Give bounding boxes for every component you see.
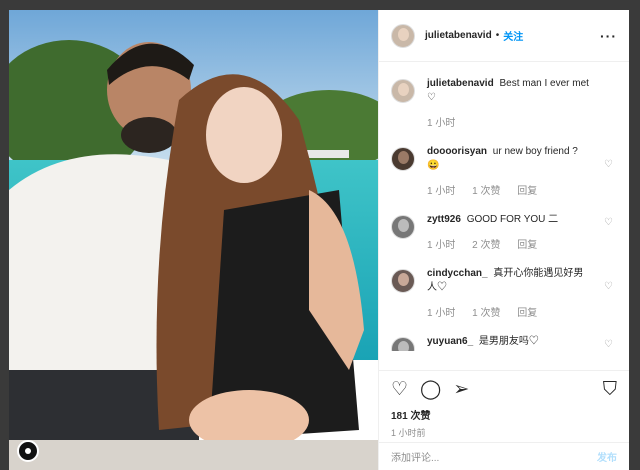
comment-item: yuyuan6_ 是男朋友吗♡ ♡ xyxy=(391,321,617,351)
caption-meta: 1 小时 xyxy=(427,117,593,131)
comment-username[interactable]: doooorisyan xyxy=(427,146,487,157)
comment-likes[interactable]: 1 次赞 xyxy=(472,186,500,197)
comment-meta: 1 小时 2 次赞 回复 xyxy=(427,239,593,253)
comment-text: GOOD FOR YOU ⼆ xyxy=(466,214,559,225)
comment-likes[interactable]: 1 次赞 xyxy=(472,308,500,319)
user-tag-icon[interactable] xyxy=(17,440,39,462)
post-actions: ♡ ◯ ➢ ⛉ 181 次赞 1 小时前 xyxy=(379,370,629,439)
action-icons: ♡ ◯ ➢ ⛉ xyxy=(391,379,617,401)
comment-item: zytt926 GOOD FOR YOU ⼆ 1 小时 2 次赞 回复 ♡ xyxy=(391,199,617,253)
comment-avatar[interactable] xyxy=(391,215,415,239)
comment-item: doooorisyan ur new boy friend ? 😀 1 小时 1… xyxy=(391,131,617,199)
comment-like-icon[interactable]: ♡ xyxy=(604,339,613,350)
caption-username[interactable]: julietabenavid xyxy=(427,78,494,89)
comment-username[interactable]: cindycchan_ xyxy=(427,268,488,279)
caption: julietabenavid Best man I ever met ♡ 1 小… xyxy=(391,63,617,131)
comment-meta: 1 小时 1 次赞 回复 xyxy=(427,307,593,321)
comment-text: ur new boy friend ? xyxy=(492,146,578,157)
comment-meta: 1 小时 1 次赞 回复 xyxy=(427,185,593,199)
backdrop: julietabenavid • 关注 ··· julietabenavid B… xyxy=(0,0,640,470)
reply-button[interactable]: 回复 xyxy=(517,308,537,319)
comment-avatar[interactable] xyxy=(391,337,415,351)
comment-time: 1 小时 xyxy=(427,240,456,251)
add-comment-input[interactable]: 添加评论... xyxy=(391,449,439,464)
bookmark-icon[interactable]: ⛉ xyxy=(603,380,617,400)
share-paper-plane-icon[interactable]: ➢ xyxy=(453,380,469,400)
caption-text: Best man I ever met xyxy=(499,78,589,89)
post-panel: julietabenavid • 关注 ··· julietabenavid B… xyxy=(378,10,629,470)
caption-time: 1 小时 xyxy=(427,118,456,129)
add-comment-bar: 添加评论... 发布 xyxy=(379,442,629,470)
post-modal: julietabenavid • 关注 ··· julietabenavid B… xyxy=(9,10,629,470)
separator-dot: • xyxy=(495,30,500,41)
emoji-icon: 😀 xyxy=(427,160,440,171)
comment-like-icon[interactable]: ♡ xyxy=(604,217,613,228)
comment-avatar[interactable] xyxy=(391,147,415,171)
comment-bubble-icon[interactable]: ◯ xyxy=(420,380,441,400)
reply-button[interactable]: 回复 xyxy=(517,240,537,251)
comment-item: cindycchan_ 真开心你能遇见好男人♡ 1 小时 1 次赞 回复 ♡ xyxy=(391,253,617,321)
like-count[interactable]: 181 次赞 xyxy=(391,407,617,422)
comment-text: 是男朋友吗♡ xyxy=(478,336,539,347)
comment-like-icon[interactable]: ♡ xyxy=(604,281,613,292)
photo-image xyxy=(9,10,378,470)
comment-time: 1 小时 xyxy=(427,308,456,319)
post-header: julietabenavid • 关注 ··· xyxy=(379,10,629,62)
more-options-icon[interactable]: ··· xyxy=(600,28,617,44)
reply-button[interactable]: 回复 xyxy=(517,186,537,197)
caption-avatar[interactable] xyxy=(391,79,415,103)
author-avatar[interactable] xyxy=(391,23,415,48)
comment-time: 1 小时 xyxy=(427,186,456,197)
comments-list[interactable]: julietabenavid Best man I ever met ♡ 1 小… xyxy=(379,63,629,351)
post-time[interactable]: 1 小时前 xyxy=(391,426,617,439)
post-photo[interactable] xyxy=(9,10,378,470)
comment-likes[interactable]: 2 次赞 xyxy=(472,240,500,251)
follow-button[interactable]: 关注 xyxy=(503,28,523,43)
like-heart-icon[interactable]: ♡ xyxy=(391,380,408,400)
comment-like-icon[interactable]: ♡ xyxy=(604,159,613,170)
caption-heart-icon: ♡ xyxy=(427,92,436,103)
comment-avatar[interactable] xyxy=(391,269,415,293)
comment-username[interactable]: yuyuan6_ xyxy=(427,336,473,347)
post-comment-button[interactable]: 发布 xyxy=(597,449,617,464)
comment-username[interactable]: zytt926 xyxy=(427,214,461,225)
author-username[interactable]: julietabenavid xyxy=(425,30,492,41)
